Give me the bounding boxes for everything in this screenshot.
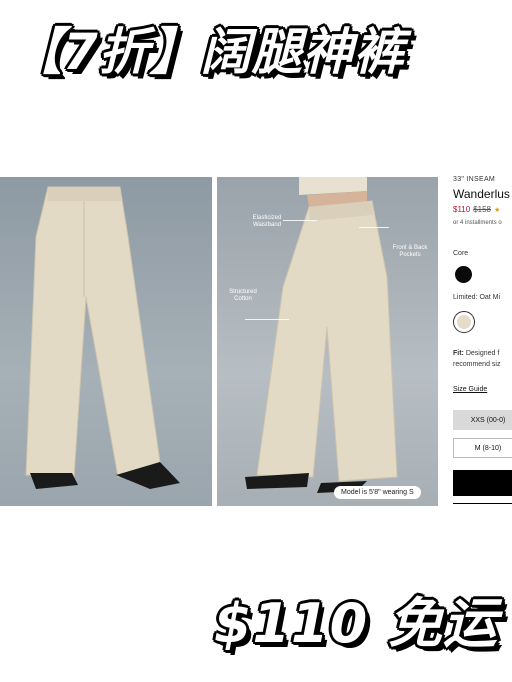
model-size-note: Model is 5'8" wearing S xyxy=(334,486,421,499)
promo-headline-bottom: $110 免运 xyxy=(213,592,498,655)
fit-text-2: recommend siz xyxy=(453,361,501,368)
installments-text: or 4 installments o xyxy=(453,220,502,226)
callout-waistband: Elasticized Waistband xyxy=(252,215,282,228)
callout-line-cotton xyxy=(245,319,289,320)
size-option-m[interactable]: M (8-10) xyxy=(453,438,512,458)
original-price: $158 xyxy=(473,205,491,214)
product-photo-side[interactable]: Elasticized Waistband Front & Back Pocke… xyxy=(217,177,438,506)
add-to-bag-button[interactable] xyxy=(453,470,512,496)
product-info-panel: 33" INSEAM Wanderlus $110 $158 ★ or 4 inst… xyxy=(453,176,512,506)
promo-headline-top: 【7折】阔腿神裤 xyxy=(12,23,405,81)
divider xyxy=(453,503,512,504)
callout-line-pockets xyxy=(359,227,389,228)
product-name: Wanderlus xyxy=(453,187,510,201)
price-row: $110 $158 ★ xyxy=(453,205,500,214)
size-guide-link[interactable]: Size Guide xyxy=(453,386,487,393)
color-swatch-oat-selected[interactable] xyxy=(453,311,475,333)
callout-pockets: Front & Back Pockets xyxy=(392,245,428,258)
inseam-label: 33" INSEAM xyxy=(453,176,496,183)
sale-price: $110 xyxy=(453,205,471,214)
core-colors-label: Core xyxy=(453,250,469,257)
limited-colors-label: Limited: Oat Mi xyxy=(453,294,501,301)
pants-front-illustration xyxy=(25,186,180,489)
callout-cotton: Structured Cotton xyxy=(229,289,257,302)
fit-description: Fit: Designed f recommend siz xyxy=(453,348,512,370)
size-option-xxs[interactable]: XXS (00-0) xyxy=(453,410,512,430)
fit-label: Fit: xyxy=(453,350,464,357)
color-swatch-black[interactable] xyxy=(455,266,472,283)
callout-line-waistband xyxy=(283,220,317,221)
rating-stars[interactable]: ★ xyxy=(494,207,500,214)
fit-text: Designed f xyxy=(465,350,500,357)
product-photo-front[interactable] xyxy=(0,177,212,506)
